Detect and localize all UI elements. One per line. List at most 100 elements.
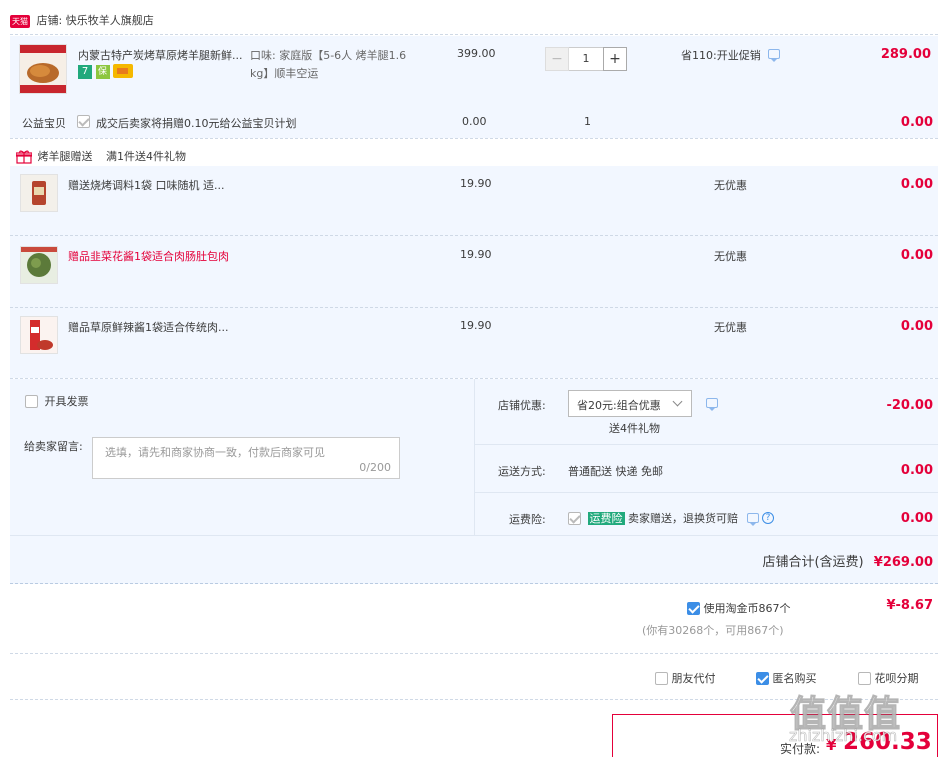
message-placeholder: 选填，请先和商家协商一致，付款后商家可见: [105, 446, 325, 459]
gift-promo-1: 无优惠: [714, 179, 747, 192]
invoice-checkbox[interactable]: [25, 394, 38, 408]
shop-discount-selected: 省20元:组合优惠: [577, 399, 661, 412]
insurance-checkbox: [568, 511, 581, 525]
gift-icon: [15, 150, 33, 164]
shop-label: 店铺:: [36, 14, 63, 27]
coins-detail: (你有30268个，可用867个): [642, 624, 784, 637]
shop-discount-label: 店铺优惠:: [498, 399, 546, 412]
gift-title-2[interactable]: 赠品韭菜花酱1袋适合肉肠肚包肉: [68, 248, 229, 264]
charity-subtotal: 0.00: [900, 115, 933, 130]
seven-day-return-icon: 7: [78, 65, 92, 79]
product-badges: 7 保: [78, 64, 133, 79]
invoice-label: 开具发票: [44, 395, 89, 408]
message-label: 给卖家留言:: [24, 440, 83, 453]
gift-thumbnail[interactable]: [20, 316, 58, 354]
quantity-stepper: − 1 +: [545, 47, 627, 71]
coins-amount: ¥-8.67: [886, 598, 933, 613]
charity-checkbox: [77, 114, 90, 128]
shop-discount-select[interactable]: 省20元:组合优惠: [568, 390, 692, 417]
insurance-text: 卖家赠送，退换货可赔: [628, 512, 738, 525]
gift-promo-2: 无优惠: [714, 250, 747, 263]
shop-total-amount: ¥269.00: [873, 555, 933, 570]
spec-line: 口味: 家庭版【5-6人 烤羊腿1.6: [250, 49, 407, 62]
gift-subtotal-3: 0.00: [900, 319, 933, 334]
help-icon[interactable]: ?: [762, 512, 774, 524]
divider: [10, 653, 938, 654]
watermark-url: zhizhizhi.com: [789, 726, 898, 746]
gift-subtotal-1: 0.00: [900, 177, 933, 192]
shop-discount-amount: -20.00: [886, 398, 933, 413]
product-spec: 口味: 家庭版【5-6人 烤羊腿1.6 kg】顺丰空运: [250, 47, 406, 83]
anonymous-label: 匿名购买: [772, 672, 817, 685]
gift-price-1: 19.90: [460, 177, 492, 190]
gift-panel: [10, 166, 938, 378]
gift-header: 烤羊腿赠送 满1件送4件礼物: [15, 148, 186, 164]
chevron-down-icon: [672, 396, 683, 407]
shop-total: 店铺合计(含运费) ¥269.00: [762, 551, 933, 570]
gift-subtotal-2: 0.00: [900, 248, 933, 263]
anonymous-checkbox[interactable]: [756, 671, 769, 685]
huabei-option[interactable]: 花呗分期: [858, 670, 919, 686]
gift-title-1[interactable]: 赠送烧烤调料1袋 口味随机 适...: [68, 177, 224, 193]
message-input[interactable]: 选填，请先和商家协商一致，付款后商家可见 0/200: [92, 437, 400, 479]
coins-label: 使用淘金币867个: [703, 602, 791, 615]
card-pay-icon: [113, 64, 133, 78]
unit-price: 399.00: [457, 47, 496, 60]
comment-icon[interactable]: [706, 398, 718, 411]
product-title[interactable]: 内蒙古特产炭烤草原烤羊腿新鲜...: [78, 47, 243, 63]
panel-separator: [474, 444, 938, 445]
divider: [10, 138, 938, 139]
insurance-amount: 0.00: [900, 511, 933, 526]
anonymous-option[interactable]: 匿名购买: [756, 670, 817, 686]
shop-total-label: 店铺合计(含运费): [762, 555, 864, 570]
coins-option[interactable]: 使用淘金币867个: [687, 600, 791, 616]
shipping-amount: 0.00: [900, 463, 933, 478]
insurance-badge: 运费险: [587, 512, 625, 525]
spec-line: kg】顺丰空运: [250, 67, 319, 80]
item-subtotal: 289.00: [880, 47, 931, 62]
checkbox-disabled: [77, 114, 90, 128]
panel-separator: [474, 492, 938, 493]
product-thumbnail[interactable]: [19, 44, 67, 94]
gift-rule: 满1件送4件礼物: [106, 150, 186, 163]
gift-promo-3: 无优惠: [714, 321, 747, 334]
charity-price: 0.00: [462, 115, 487, 128]
gift-thumbnail[interactable]: [20, 246, 58, 284]
gift-thumbnail[interactable]: [20, 174, 58, 212]
gift-price-3: 19.90: [460, 319, 492, 332]
charity-qty: 1: [584, 115, 591, 128]
tmall-badge: 天猫: [10, 14, 30, 28]
huabei-checkbox[interactable]: [858, 671, 871, 685]
message-counter: 0/200: [359, 461, 391, 474]
gift-title: 烤羊腿赠送: [37, 150, 93, 163]
invoice-option[interactable]: 开具发票: [25, 393, 89, 409]
promo-text: 省110:开业促销: [681, 49, 761, 62]
shipping-value: 普通配送 快递 免邮: [568, 465, 663, 478]
panel-separator: [474, 379, 475, 535]
huabei-label: 花呗分期: [874, 672, 919, 685]
roast-leg-image: [20, 45, 66, 93]
insurance-option: 运费险 卖家赠送，退换货可赔 ?: [568, 510, 774, 526]
comment-icon[interactable]: [746, 513, 759, 526]
quantity-input[interactable]: 1: [569, 47, 603, 71]
seasoning-image: [21, 175, 57, 211]
guarantee-icon: 保: [95, 65, 110, 79]
insurance-label: 运费险:: [509, 513, 546, 526]
comment-icon[interactable]: [768, 49, 781, 62]
divider: [10, 34, 938, 35]
divider: [10, 235, 938, 236]
plus-button[interactable]: +: [603, 47, 627, 71]
gift-title-3[interactable]: 赠品草原鲜辣酱1袋适合传统肉...: [68, 319, 229, 335]
chive-sauce-image: [21, 247, 57, 283]
friend-pay-option[interactable]: 朋友代付: [655, 670, 716, 686]
friend-pay-checkbox[interactable]: [655, 671, 668, 685]
coins-checkbox[interactable]: [687, 601, 700, 615]
shop-discount-sub: 送4件礼物: [609, 422, 660, 435]
panel-separator: [10, 535, 938, 536]
divider: [10, 307, 938, 308]
gift-price-2: 19.90: [460, 248, 492, 261]
minus-button[interactable]: −: [545, 47, 569, 71]
friend-pay-label: 朋友代付: [671, 672, 716, 685]
shop-name[interactable]: 快乐牧羊人旗舰店: [66, 14, 154, 27]
shipping-label: 运送方式:: [498, 465, 546, 478]
